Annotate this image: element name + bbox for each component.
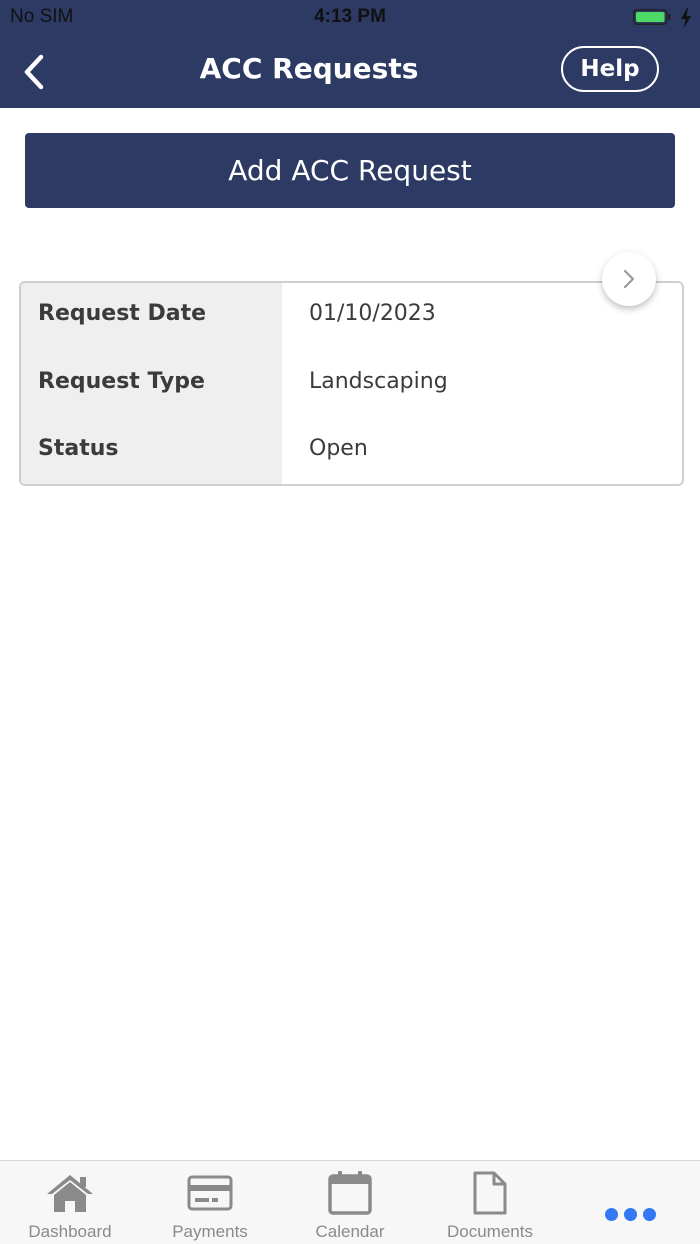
- tab-dashboard-label: Dashboard: [28, 1222, 112, 1241]
- request-status-value: Open: [309, 436, 368, 461]
- chevron-right-icon: [623, 269, 635, 289]
- back-button[interactable]: [14, 50, 54, 94]
- request-row-type: Request Type Landscaping: [21, 351, 682, 419]
- request-row-status: Status Open: [21, 418, 682, 484]
- add-acc-request-button[interactable]: Add ACC Request: [25, 133, 675, 208]
- app-header: No SIM 4:13 PM ACC Requests Help: [0, 0, 700, 108]
- document-icon: [473, 1171, 507, 1215]
- tab-payments-label: Payments: [172, 1222, 248, 1241]
- more-icon: [560, 1201, 700, 1227]
- tab-more[interactable]: [560, 1161, 700, 1244]
- calendar-icon: [328, 1171, 372, 1215]
- status-bar: No SIM 4:13 PM: [0, 0, 700, 36]
- tab-bar: Dashboard Payments Calendar Documents: [0, 1160, 700, 1244]
- request-type-value: Landscaping: [309, 369, 448, 394]
- tab-calendar[interactable]: Calendar: [280, 1161, 420, 1244]
- request-date-value: 01/10/2023: [309, 301, 436, 326]
- charging-icon: [681, 8, 691, 28]
- battery-icon: [633, 9, 671, 25]
- acc-requests-screen: No SIM 4:13 PM ACC Requests Help Add ACC…: [0, 0, 700, 1244]
- chevron-left-icon: [24, 54, 44, 90]
- tab-documents[interactable]: Documents: [420, 1161, 560, 1244]
- tab-calendar-label: Calendar: [315, 1222, 385, 1241]
- request-date-label: Request Date: [38, 301, 207, 326]
- credit-card-icon: [187, 1175, 233, 1211]
- tab-dashboard[interactable]: Dashboard: [0, 1161, 140, 1244]
- home-icon: [47, 1175, 93, 1212]
- clock-label: 4:13 PM: [314, 6, 386, 27]
- request-status-label: Status: [38, 436, 119, 461]
- open-request-button[interactable]: [602, 252, 656, 306]
- page-title: ACC Requests: [199, 52, 419, 85]
- request-card[interactable]: Request Date 01/10/2023 Request Type Lan…: [19, 281, 684, 486]
- request-type-label: Request Type: [38, 369, 205, 394]
- help-button[interactable]: Help: [561, 46, 659, 92]
- tab-payments[interactable]: Payments: [140, 1161, 280, 1244]
- tab-documents-label: Documents: [447, 1222, 533, 1241]
- request-row-date: Request Date 01/10/2023: [21, 283, 682, 351]
